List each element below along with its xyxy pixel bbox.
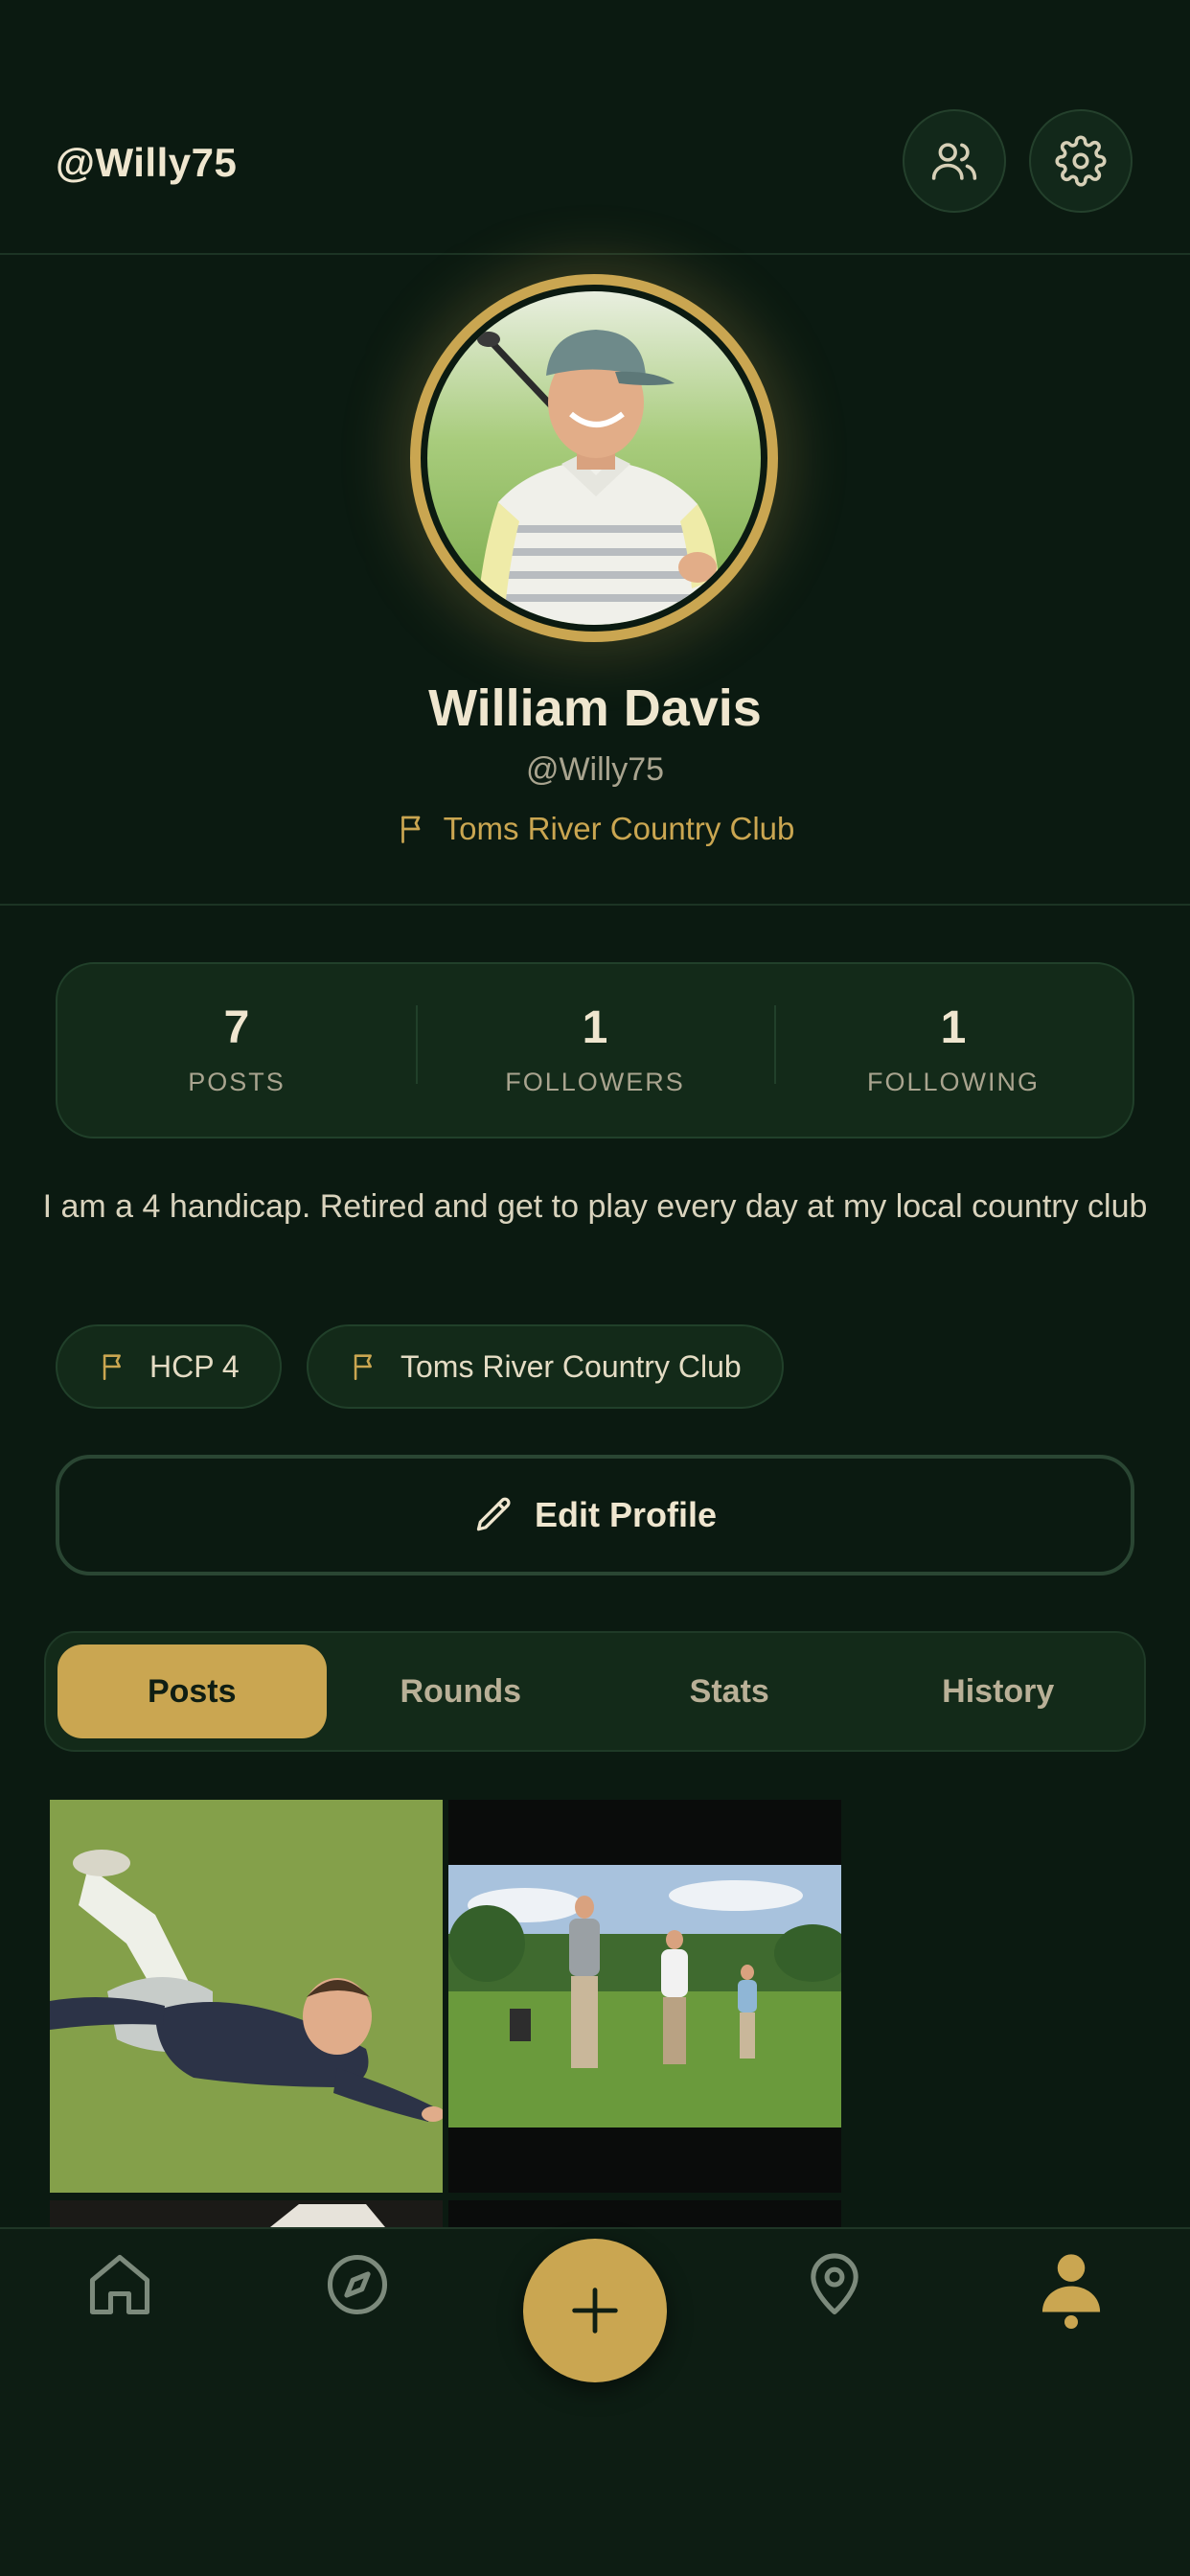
stat-label: FOLLOWING <box>866 1067 1040 1096</box>
stat-value: 1 <box>940 1002 967 1054</box>
profile-screen: @Willy75 William Davis @Willy75 Toms Riv… <box>0 0 1190 2576</box>
compass-icon <box>327 2254 388 2315</box>
profile-club-label: Toms River Country Club <box>443 811 795 846</box>
edit-profile-label: Edit Profile <box>534 1495 718 1534</box>
profile-name: William Davis <box>428 679 762 737</box>
gear-icon <box>1055 135 1107 187</box>
tab-stats[interactable]: Stats <box>595 1644 864 1738</box>
header-handle: @Willy75 <box>56 140 238 185</box>
avatar-photo <box>427 291 761 625</box>
avatar-ring <box>421 285 767 632</box>
nav-explore[interactable] <box>321 2248 394 2321</box>
stat-label: POSTS <box>188 1067 286 1096</box>
stats-card: 7 POSTS 1 FOLLOWERS 1 FOLLOWING <box>56 962 1134 1138</box>
stat-following[interactable]: 1 FOLLOWING <box>774 1002 1133 1097</box>
chip-handicap[interactable]: HCP 4 <box>56 1324 282 1409</box>
stat-value: 7 <box>223 1002 250 1054</box>
active-tab-indicator <box>1064 2315 1078 2329</box>
tab-history[interactable]: History <box>864 1644 1133 1738</box>
profile-club[interactable]: Toms River Country Club <box>0 811 1190 847</box>
profile-tabs: Posts Rounds Stats History <box>44 1631 1146 1752</box>
chip-label: Toms River Country Club <box>400 1348 742 1384</box>
post-thumbnail[interactable] <box>448 1800 841 2193</box>
app-header: @Willy75 <box>0 0 1190 255</box>
flag-icon <box>103 1354 121 1381</box>
stat-followers[interactable]: 1 FOLLOWERS <box>416 1002 774 1097</box>
stat-posts[interactable]: 7 POSTS <box>57 1002 416 1097</box>
settings-button[interactable] <box>1029 109 1133 213</box>
tab-posts[interactable]: Posts <box>57 1644 327 1738</box>
location-pin-icon <box>811 2253 858 2315</box>
stat-value: 1 <box>582 1002 608 1054</box>
flag-icon <box>354 1354 372 1381</box>
nav-profile[interactable] <box>1035 2248 1108 2321</box>
profile-avatar[interactable] <box>410 274 778 642</box>
add-icon <box>572 2288 618 2334</box>
nav-courses[interactable] <box>798 2248 871 2321</box>
friends-button[interactable] <box>903 109 1006 213</box>
profile-bio: I am a 4 handicap. Retired and get to pl… <box>42 1188 1148 1225</box>
chip-club[interactable]: Toms River Country Club <box>307 1324 784 1409</box>
post-thumbnail[interactable] <box>50 1800 443 2193</box>
home-icon <box>89 2254 150 2315</box>
flag-icon <box>400 816 420 843</box>
post-thumbnail[interactable] <box>448 2200 841 2227</box>
edit-profile-button[interactable]: Edit Profile <box>56 1455 1134 1576</box>
post-thumbnail[interactable] <box>50 2200 443 2227</box>
tab-rounds[interactable]: Rounds <box>327 1644 596 1738</box>
pencil-icon <box>476 1497 511 1531</box>
section-divider <box>0 904 1190 906</box>
stat-label: FOLLOWERS <box>505 1067 685 1096</box>
friends-icon <box>931 143 977 180</box>
profile-icon <box>1041 2254 1101 2312</box>
add-post-button[interactable] <box>523 2239 667 2382</box>
chip-label: HCP 4 <box>149 1348 240 1384</box>
profile-handle: @Willy75 <box>525 751 665 788</box>
nav-home[interactable] <box>83 2248 156 2321</box>
